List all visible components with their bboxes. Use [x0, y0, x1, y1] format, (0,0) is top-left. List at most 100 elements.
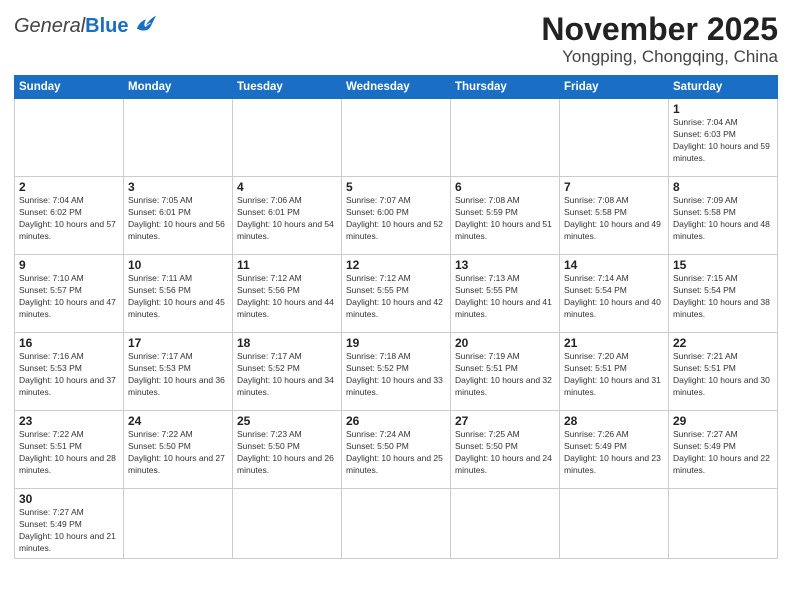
table-row: 19Sunrise: 7:18 AMSunset: 5:52 PMDayligh… — [342, 333, 451, 411]
day-number: 24 — [128, 414, 228, 428]
calendar-title: November 2025 — [541, 12, 778, 47]
header-friday: Friday — [560, 76, 669, 99]
table-row: 11Sunrise: 7:12 AMSunset: 5:56 PMDayligh… — [233, 255, 342, 333]
day-info: Sunrise: 7:25 AMSunset: 5:50 PMDaylight:… — [455, 429, 555, 477]
calendar-week-row: 9Sunrise: 7:10 AMSunset: 5:57 PMDaylight… — [15, 255, 778, 333]
header-sunday: Sunday — [15, 76, 124, 99]
header: General Blue November 2025 Yongping, Cho… — [14, 12, 778, 67]
day-number: 6 — [455, 180, 555, 194]
day-number: 7 — [564, 180, 664, 194]
table-row — [124, 489, 233, 559]
day-number: 29 — [673, 414, 773, 428]
day-number: 3 — [128, 180, 228, 194]
day-number: 13 — [455, 258, 555, 272]
table-row — [451, 489, 560, 559]
day-info: Sunrise: 7:10 AMSunset: 5:57 PMDaylight:… — [19, 273, 119, 321]
calendar-week-row: 1Sunrise: 7:04 AMSunset: 6:03 PMDaylight… — [15, 99, 778, 177]
day-number: 19 — [346, 336, 446, 350]
table-row: 4Sunrise: 7:06 AMSunset: 6:01 PMDaylight… — [233, 177, 342, 255]
table-row: 2Sunrise: 7:04 AMSunset: 6:02 PMDaylight… — [15, 177, 124, 255]
day-info: Sunrise: 7:16 AMSunset: 5:53 PMDaylight:… — [19, 351, 119, 399]
day-number: 27 — [455, 414, 555, 428]
header-thursday: Thursday — [451, 76, 560, 99]
day-number: 9 — [19, 258, 119, 272]
table-row: 10Sunrise: 7:11 AMSunset: 5:56 PMDayligh… — [124, 255, 233, 333]
table-row: 16Sunrise: 7:16 AMSunset: 5:53 PMDayligh… — [15, 333, 124, 411]
day-info: Sunrise: 7:08 AMSunset: 5:58 PMDaylight:… — [564, 195, 664, 243]
day-number: 14 — [564, 258, 664, 272]
day-number: 23 — [19, 414, 119, 428]
table-row: 3Sunrise: 7:05 AMSunset: 6:01 PMDaylight… — [124, 177, 233, 255]
table-row — [560, 489, 669, 559]
day-number: 10 — [128, 258, 228, 272]
day-info: Sunrise: 7:14 AMSunset: 5:54 PMDaylight:… — [564, 273, 664, 321]
table-row: 18Sunrise: 7:17 AMSunset: 5:52 PMDayligh… — [233, 333, 342, 411]
table-row: 8Sunrise: 7:09 AMSunset: 5:58 PMDaylight… — [669, 177, 778, 255]
logo-general: General — [14, 15, 85, 37]
day-number: 2 — [19, 180, 119, 194]
table-row: 20Sunrise: 7:19 AMSunset: 5:51 PMDayligh… — [451, 333, 560, 411]
table-row — [15, 99, 124, 177]
day-number: 20 — [455, 336, 555, 350]
day-number: 11 — [237, 258, 337, 272]
table-row: 29Sunrise: 7:27 AMSunset: 5:49 PMDayligh… — [669, 411, 778, 489]
table-row — [342, 489, 451, 559]
table-row: 30Sunrise: 7:27 AMSunset: 5:49 PMDayligh… — [15, 489, 124, 559]
day-number: 18 — [237, 336, 337, 350]
day-info: Sunrise: 7:23 AMSunset: 5:50 PMDaylight:… — [237, 429, 337, 477]
header-monday: Monday — [124, 76, 233, 99]
day-info: Sunrise: 7:21 AMSunset: 5:51 PMDaylight:… — [673, 351, 773, 399]
calendar-subtitle: Yongping, Chongqing, China — [541, 47, 778, 67]
logo-blue: Blue — [85, 15, 128, 37]
logo-bird-icon — [132, 12, 160, 39]
weekday-header-row: Sunday Monday Tuesday Wednesday Thursday… — [15, 76, 778, 99]
table-row: 28Sunrise: 7:26 AMSunset: 5:49 PMDayligh… — [560, 411, 669, 489]
table-row: 7Sunrise: 7:08 AMSunset: 5:58 PMDaylight… — [560, 177, 669, 255]
table-row: 27Sunrise: 7:25 AMSunset: 5:50 PMDayligh… — [451, 411, 560, 489]
day-number: 30 — [19, 492, 119, 506]
day-info: Sunrise: 7:17 AMSunset: 5:53 PMDaylight:… — [128, 351, 228, 399]
table-row: 25Sunrise: 7:23 AMSunset: 5:50 PMDayligh… — [233, 411, 342, 489]
day-number: 12 — [346, 258, 446, 272]
day-info: Sunrise: 7:22 AMSunset: 5:50 PMDaylight:… — [128, 429, 228, 477]
day-info: Sunrise: 7:05 AMSunset: 6:01 PMDaylight:… — [128, 195, 228, 243]
table-row: 13Sunrise: 7:13 AMSunset: 5:55 PMDayligh… — [451, 255, 560, 333]
day-number: 1 — [673, 102, 773, 116]
day-info: Sunrise: 7:12 AMSunset: 5:55 PMDaylight:… — [346, 273, 446, 321]
table-row: 24Sunrise: 7:22 AMSunset: 5:50 PMDayligh… — [124, 411, 233, 489]
title-area: November 2025 Yongping, Chongqing, China — [541, 12, 778, 67]
day-number: 21 — [564, 336, 664, 350]
logo-area: General Blue — [14, 12, 160, 39]
day-info: Sunrise: 7:07 AMSunset: 6:00 PMDaylight:… — [346, 195, 446, 243]
day-number: 22 — [673, 336, 773, 350]
day-number: 16 — [19, 336, 119, 350]
day-number: 15 — [673, 258, 773, 272]
table-row: 9Sunrise: 7:10 AMSunset: 5:57 PMDaylight… — [15, 255, 124, 333]
day-info: Sunrise: 7:22 AMSunset: 5:51 PMDaylight:… — [19, 429, 119, 477]
table-row: 21Sunrise: 7:20 AMSunset: 5:51 PMDayligh… — [560, 333, 669, 411]
table-row — [342, 99, 451, 177]
header-wednesday: Wednesday — [342, 76, 451, 99]
table-row: 23Sunrise: 7:22 AMSunset: 5:51 PMDayligh… — [15, 411, 124, 489]
day-info: Sunrise: 7:26 AMSunset: 5:49 PMDaylight:… — [564, 429, 664, 477]
day-info: Sunrise: 7:09 AMSunset: 5:58 PMDaylight:… — [673, 195, 773, 243]
day-number: 5 — [346, 180, 446, 194]
calendar-week-row: 23Sunrise: 7:22 AMSunset: 5:51 PMDayligh… — [15, 411, 778, 489]
table-row — [124, 99, 233, 177]
table-row — [560, 99, 669, 177]
day-info: Sunrise: 7:17 AMSunset: 5:52 PMDaylight:… — [237, 351, 337, 399]
table-row: 14Sunrise: 7:14 AMSunset: 5:54 PMDayligh… — [560, 255, 669, 333]
day-info: Sunrise: 7:04 AMSunset: 6:02 PMDaylight:… — [19, 195, 119, 243]
day-info: Sunrise: 7:06 AMSunset: 6:01 PMDaylight:… — [237, 195, 337, 243]
day-info: Sunrise: 7:27 AMSunset: 5:49 PMDaylight:… — [19, 507, 119, 555]
day-number: 8 — [673, 180, 773, 194]
table-row: 1Sunrise: 7:04 AMSunset: 6:03 PMDaylight… — [669, 99, 778, 177]
day-info: Sunrise: 7:11 AMSunset: 5:56 PMDaylight:… — [128, 273, 228, 321]
table-row: 5Sunrise: 7:07 AMSunset: 6:00 PMDaylight… — [342, 177, 451, 255]
calendar-week-row: 30Sunrise: 7:27 AMSunset: 5:49 PMDayligh… — [15, 489, 778, 559]
day-number: 25 — [237, 414, 337, 428]
table-row: 22Sunrise: 7:21 AMSunset: 5:51 PMDayligh… — [669, 333, 778, 411]
table-row: 15Sunrise: 7:15 AMSunset: 5:54 PMDayligh… — [669, 255, 778, 333]
logo-text: General Blue — [14, 15, 129, 37]
table-row — [669, 489, 778, 559]
